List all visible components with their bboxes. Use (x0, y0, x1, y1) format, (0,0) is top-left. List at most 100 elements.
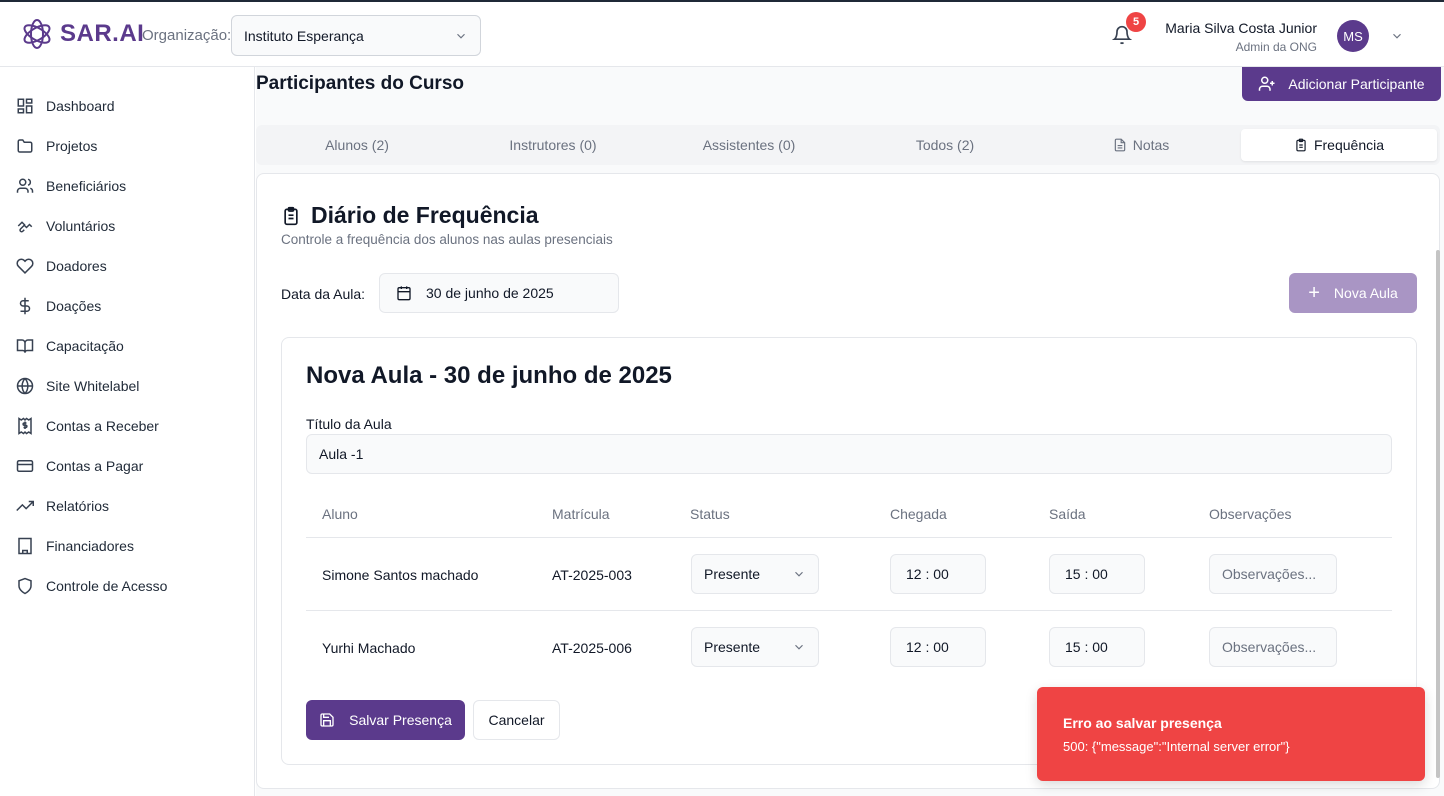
column-header-matricula: Matrícula (552, 506, 610, 522)
user-role: Admin da ONG (1235, 40, 1317, 54)
departure-time-input[interactable]: 15 : 00 (1049, 554, 1145, 594)
folder-icon (17, 139, 33, 153)
sidebar-item-label: Financiadores (46, 538, 134, 554)
building-icon (18, 537, 32, 555)
sidebar-item-label: Beneficiários (46, 178, 127, 194)
tab-label: Frequência (1313, 137, 1385, 153)
arrival-time-input[interactable]: 12 : 00 (890, 627, 986, 667)
card-subtitle: Controle a frequência dos alunos nas aul… (281, 232, 613, 247)
date-value: 30 de junho de 2025 (426, 285, 554, 301)
sidebar-item-label: Doações (46, 298, 102, 314)
page-title: Participantes do Curso (256, 73, 464, 94)
sidebar-item-contas-a-receber[interactable]: Contas a Receber (16, 414, 159, 438)
tab-label: Alunos (2) (325, 137, 389, 153)
dashboard-icon (17, 98, 33, 114)
tab-notas[interactable]: Notas (1044, 129, 1238, 161)
status-value: Presente (704, 566, 761, 582)
sidebar-item-label: Dashboard (46, 98, 115, 114)
sidebar-item-dashboard[interactable]: Dashboard (16, 94, 115, 118)
sidebar-item-site-whitelabel[interactable]: Site Whitelabel (16, 374, 139, 398)
chevron-down-icon (795, 644, 803, 650)
sidebar-item-label: Doadores (46, 258, 107, 274)
save-attendance-button[interactable]: Salvar Presença (306, 700, 465, 740)
credit-card-icon (16, 460, 34, 472)
sidebar-item-financiadores[interactable]: Financiadores (16, 534, 134, 558)
tab-label: Notas (1132, 137, 1170, 153)
tab-alunos[interactable]: Alunos (2) (260, 129, 454, 161)
scrollbar[interactable] (1436, 250, 1440, 778)
enrollment-id: AT-2025-003 (552, 567, 632, 583)
tab-todos[interactable]: Todos (2) (848, 129, 1042, 161)
user-plus-icon (1259, 76, 1275, 91)
sidebar-item-label: Relatórios (46, 498, 110, 514)
tab-label: Todos (2) (915, 137, 975, 153)
sidebar-item-label: Projetos (46, 138, 98, 154)
tab-label: Instrutores (0) (509, 137, 597, 153)
tab-assistentes[interactable]: Assistentes (0) (652, 129, 846, 161)
logo-text: SAR.AI (60, 20, 145, 47)
user-menu-chevron-icon[interactable] (1390, 29, 1404, 43)
sidebar-item-doacoes[interactable]: Doações (16, 294, 101, 318)
column-header-chegada: Chegada (890, 506, 947, 522)
tab-frequencia[interactable]: Frequência (1241, 129, 1437, 161)
logo[interactable]: SAR.AI (22, 17, 144, 51)
column-header-observacoes: Observações (1209, 506, 1292, 522)
book-icon (16, 339, 34, 353)
sidebar-item-projetos[interactable]: Projetos (16, 134, 97, 158)
tab-instrutores[interactable]: Instrutores (0) (456, 129, 650, 161)
sidebar: Dashboard Projetos Beneficiários Voluntá… (0, 67, 255, 796)
handshake-icon (17, 221, 33, 233)
cancel-button[interactable]: Cancelar (473, 700, 560, 740)
sidebar-item-label: Controle de Acesso (46, 578, 168, 594)
sidebar-item-voluntarios[interactable]: Voluntários (16, 214, 115, 238)
date-label: Data da Aula: (281, 286, 366, 302)
sidebar-item-label: Voluntários (46, 218, 116, 234)
sidebar-item-label: Site Whitelabel (46, 378, 140, 394)
add-participant-label: Adicionar Participante (1288, 76, 1425, 92)
clipboard-list-icon (284, 206, 298, 225)
sidebar-item-capacitacao[interactable]: Capacitação (16, 334, 124, 358)
save-label: Salvar Presença (349, 712, 452, 728)
student-name: Simone Santos machado (322, 567, 479, 583)
sidebar-item-doadores[interactable]: Doadores (16, 254, 107, 278)
notes-input[interactable]: Observações... (1209, 627, 1337, 667)
date-picker[interactable]: 30 de junho de 2025 (379, 273, 619, 313)
file-text-icon (1114, 138, 1125, 152)
class-title-input[interactable]: Aula -1 (306, 434, 1392, 474)
new-class-label: Nova Aula (1333, 285, 1398, 301)
row-divider (306, 610, 1392, 611)
form-title: Nova Aula - 30 de junho de 2025 (306, 362, 672, 389)
row-divider (306, 537, 1392, 538)
sidebar-item-relatorios[interactable]: Relatórios (16, 494, 109, 518)
top-header: SAR.AI Organização: Instituto Esperança … (0, 0, 1444, 67)
sidebar-item-controle-de-acesso[interactable]: Controle de Acesso (16, 574, 167, 598)
chevron-down-icon (795, 571, 803, 577)
class-title-label: Título da Aula (306, 416, 392, 432)
shield-icon (18, 577, 32, 595)
status-select[interactable]: Presente (691, 554, 819, 594)
receipt-icon (18, 417, 32, 435)
error-toast[interactable]: Erro ao salvar presença 500: {"message":… (1037, 687, 1425, 781)
avatar[interactable]: MS (1337, 20, 1369, 52)
notification-badge: 5 (1126, 12, 1146, 32)
status-value: Presente (704, 639, 761, 655)
new-class-button[interactable]: + Nova Aula (1289, 273, 1417, 313)
user-name: Maria Silva Costa Junior (1165, 20, 1317, 36)
logo-icon (23, 19, 51, 49)
departure-time-input[interactable]: 15 : 00 (1049, 627, 1145, 667)
sidebar-item-contas-a-pagar[interactable]: Contas a Pagar (16, 454, 143, 478)
tab-label: Assistentes (0) (702, 137, 796, 153)
clipboard-icon (1296, 138, 1306, 152)
org-select-value: Instituto Esperança (244, 27, 364, 44)
trending-up-icon (16, 500, 34, 512)
notes-input[interactable]: Observações... (1209, 554, 1337, 594)
sidebar-item-beneficiarios[interactable]: Beneficiários (16, 174, 126, 198)
add-participant-button[interactable]: Adicionar Participante (1242, 67, 1441, 101)
dollar-icon (19, 297, 31, 315)
student-name: Yurhi Machado (322, 640, 416, 656)
status-select[interactable]: Presente (691, 627, 819, 667)
column-header-aluno: Aluno (322, 506, 358, 522)
org-select[interactable]: Instituto Esperança (231, 15, 481, 56)
column-header-saida: Saída (1049, 506, 1086, 522)
arrival-time-input[interactable]: 12 : 00 (890, 554, 986, 594)
